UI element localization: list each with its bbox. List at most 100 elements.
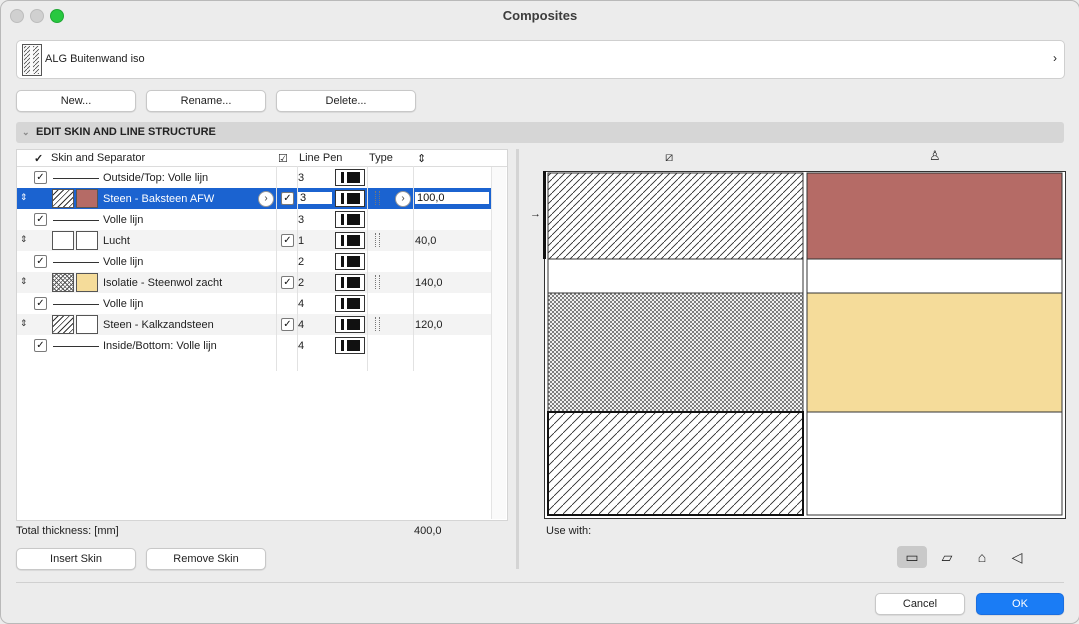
type-icon <box>375 317 380 331</box>
shell-use-icon[interactable]: ◁ <box>1002 546 1032 568</box>
chevron-right-icon: › <box>1053 51 1057 65</box>
row-label: Inside/Bottom: Volle lijn <box>103 340 217 352</box>
visibility-checkbox[interactable]: ✓ <box>34 213 47 226</box>
skin-checkbox[interactable]: ✓ <box>281 234 294 247</box>
use-with-label: Use with: <box>546 525 592 537</box>
skin-thickness[interactable]: 100,0 <box>415 192 489 204</box>
insert-skin-button[interactable]: Insert Skin <box>16 548 136 570</box>
slab-use-icon[interactable]: ▱ <box>932 546 962 568</box>
table-scrollbar[interactable] <box>491 167 506 519</box>
delete-button[interactable]: Delete... <box>276 90 416 112</box>
line-pen-value[interactable]: 3 <box>298 192 332 204</box>
wall-use-icon[interactable]: ▭ <box>897 546 927 568</box>
line-type-swatch[interactable] <box>335 169 365 186</box>
composites-dialog: Composites ALG Buitenwand iso › New... R… <box>0 0 1079 624</box>
line-pen-value[interactable]: 3 <box>298 214 304 226</box>
line-type-swatch[interactable] <box>335 274 365 291</box>
line-type-swatch[interactable] <box>335 253 365 270</box>
skin-table: ✓ Skin and Separator ☑ Line Pen Type ⇕ ✓… <box>16 149 508 521</box>
type-icon <box>375 233 380 247</box>
skin-checkbox[interactable]: ✓ <box>281 192 294 205</box>
line-type-swatch[interactable] <box>335 232 365 249</box>
skin-detail-arrow-icon[interactable]: › <box>258 191 274 207</box>
separator-row[interactable]: ✓ Volle lijn 4 <box>17 293 491 314</box>
line-type-swatch[interactable] <box>335 190 365 207</box>
skin-row[interactable]: ⇕ ✓ 40,0 Lucht 1 <box>17 230 491 251</box>
separator-row[interactable]: ✓ Outside/Top: Volle lijn 3 <box>17 167 491 188</box>
line-pen-value[interactable]: 2 <box>298 277 304 289</box>
color-swatch[interactable] <box>76 189 98 208</box>
line-pen-value[interactable]: 1 <box>298 235 304 247</box>
line-type-swatch[interactable] <box>335 211 365 228</box>
header-check-2[interactable]: ☑ <box>278 152 288 165</box>
drag-handle-icon[interactable]: ⇕ <box>20 276 28 287</box>
row-label: Isolatie - Steenwol zacht <box>103 277 223 289</box>
remove-skin-button[interactable]: Remove Skin <box>146 548 266 570</box>
separator-line-icon <box>53 220 99 221</box>
drag-handle-icon[interactable]: ⇕ <box>20 318 28 329</box>
window-title: Composites <box>502 8 578 23</box>
line-pen-value[interactable]: 4 <box>298 298 304 310</box>
paint-brush-icon: ♙ <box>929 148 941 163</box>
type-icon <box>375 275 380 289</box>
fill-swatch[interactable] <box>52 273 74 292</box>
line-pen-value[interactable]: 3 <box>298 172 304 184</box>
visibility-checkbox[interactable]: ✓ <box>34 339 47 352</box>
separator-line-icon <box>53 178 99 179</box>
drag-handle-icon[interactable]: ⇕ <box>20 234 28 245</box>
separator-line-icon <box>53 262 99 263</box>
cancel-button[interactable]: Cancel <box>875 593 965 615</box>
composite-thumbnail-icon <box>22 44 42 76</box>
fill-swatch[interactable] <box>52 189 74 208</box>
header-check[interactable]: ✓ <box>34 152 43 165</box>
color-swatch[interactable] <box>76 231 98 250</box>
rename-button[interactable]: Rename... <box>146 90 266 112</box>
header-thickness-icon: ⇕ <box>417 153 427 165</box>
total-thickness-value: 400,0 <box>414 525 442 537</box>
row-label: Volle lijn <box>103 214 144 226</box>
visibility-checkbox[interactable]: ✓ <box>34 255 47 268</box>
separator-row[interactable]: ✓ Inside/Bottom: Volle lijn 4 <box>17 335 491 356</box>
selected-skin-marker <box>543 171 546 259</box>
composite-selector[interactable]: ALG Buitenwand iso › <box>16 40 1065 79</box>
line-pen-value[interactable]: 2 <box>298 256 304 268</box>
new-button[interactable]: New... <box>16 90 136 112</box>
visibility-checkbox[interactable]: ✓ <box>34 297 47 310</box>
skin-checkbox[interactable]: ✓ <box>281 318 294 331</box>
line-pen-value[interactable]: 4 <box>298 319 304 331</box>
fill-swatch[interactable] <box>52 231 74 250</box>
ok-button[interactable]: OK <box>976 593 1064 615</box>
section-header[interactable]: ⌄ EDIT SKIN AND LINE STRUCTURE <box>16 122 1064 143</box>
line-type-swatch[interactable] <box>335 337 365 354</box>
separator-line-icon <box>53 304 99 305</box>
skin-thickness[interactable]: 140,0 <box>415 277 443 289</box>
composite-name: ALG Buitenwand iso <box>45 53 145 65</box>
line-pen-value[interactable]: 4 <box>298 340 304 352</box>
color-swatch[interactable] <box>76 315 98 334</box>
fill-hatch-icon: ⧄ <box>665 149 674 164</box>
color-swatch[interactable] <box>76 273 98 292</box>
skin-row[interactable]: ⇕ ✓ 140,0 Isolatie - Steenwol zacht 2 <box>17 272 491 293</box>
skin-checkbox[interactable]: ✓ <box>281 276 294 289</box>
line-type-swatch[interactable] <box>335 295 365 312</box>
separator-row[interactable]: ✓ Volle lijn 2 <box>17 251 491 272</box>
visibility-checkbox[interactable]: ✓ <box>34 171 47 184</box>
separator-line-icon <box>53 346 99 347</box>
drag-handle-icon[interactable]: ⇕ <box>20 192 28 203</box>
table-header: ✓ Skin and Separator ☑ Line Pen Type ⇕ <box>17 150 507 167</box>
row-label: Lucht <box>103 235 130 247</box>
panel-divider[interactable] <box>516 149 519 569</box>
fill-swatch[interactable] <box>52 315 74 334</box>
skin-row[interactable]: ⇕ ✓ 100,0 Steen - Baksteen AFW 3 › › <box>17 188 491 209</box>
line-type-swatch[interactable] <box>335 316 365 333</box>
skin-row[interactable]: ⇕ ✓ 120,0 Steen - Kalkzandsteen 4 <box>17 314 491 335</box>
header-type: Type <box>369 152 393 164</box>
roof-use-icon[interactable]: ⌂ <box>967 546 997 568</box>
chevron-down-icon: ⌄ <box>22 127 30 137</box>
skin-thickness[interactable]: 120,0 <box>415 319 443 331</box>
structure-preview <box>544 171 1066 519</box>
skin-thickness[interactable]: 40,0 <box>415 235 436 247</box>
thickness-arrow-icon[interactable]: › <box>395 191 411 207</box>
separator-row[interactable]: ✓ Volle lijn 3 <box>17 209 491 230</box>
header-skin: Skin and Separator <box>51 152 146 164</box>
